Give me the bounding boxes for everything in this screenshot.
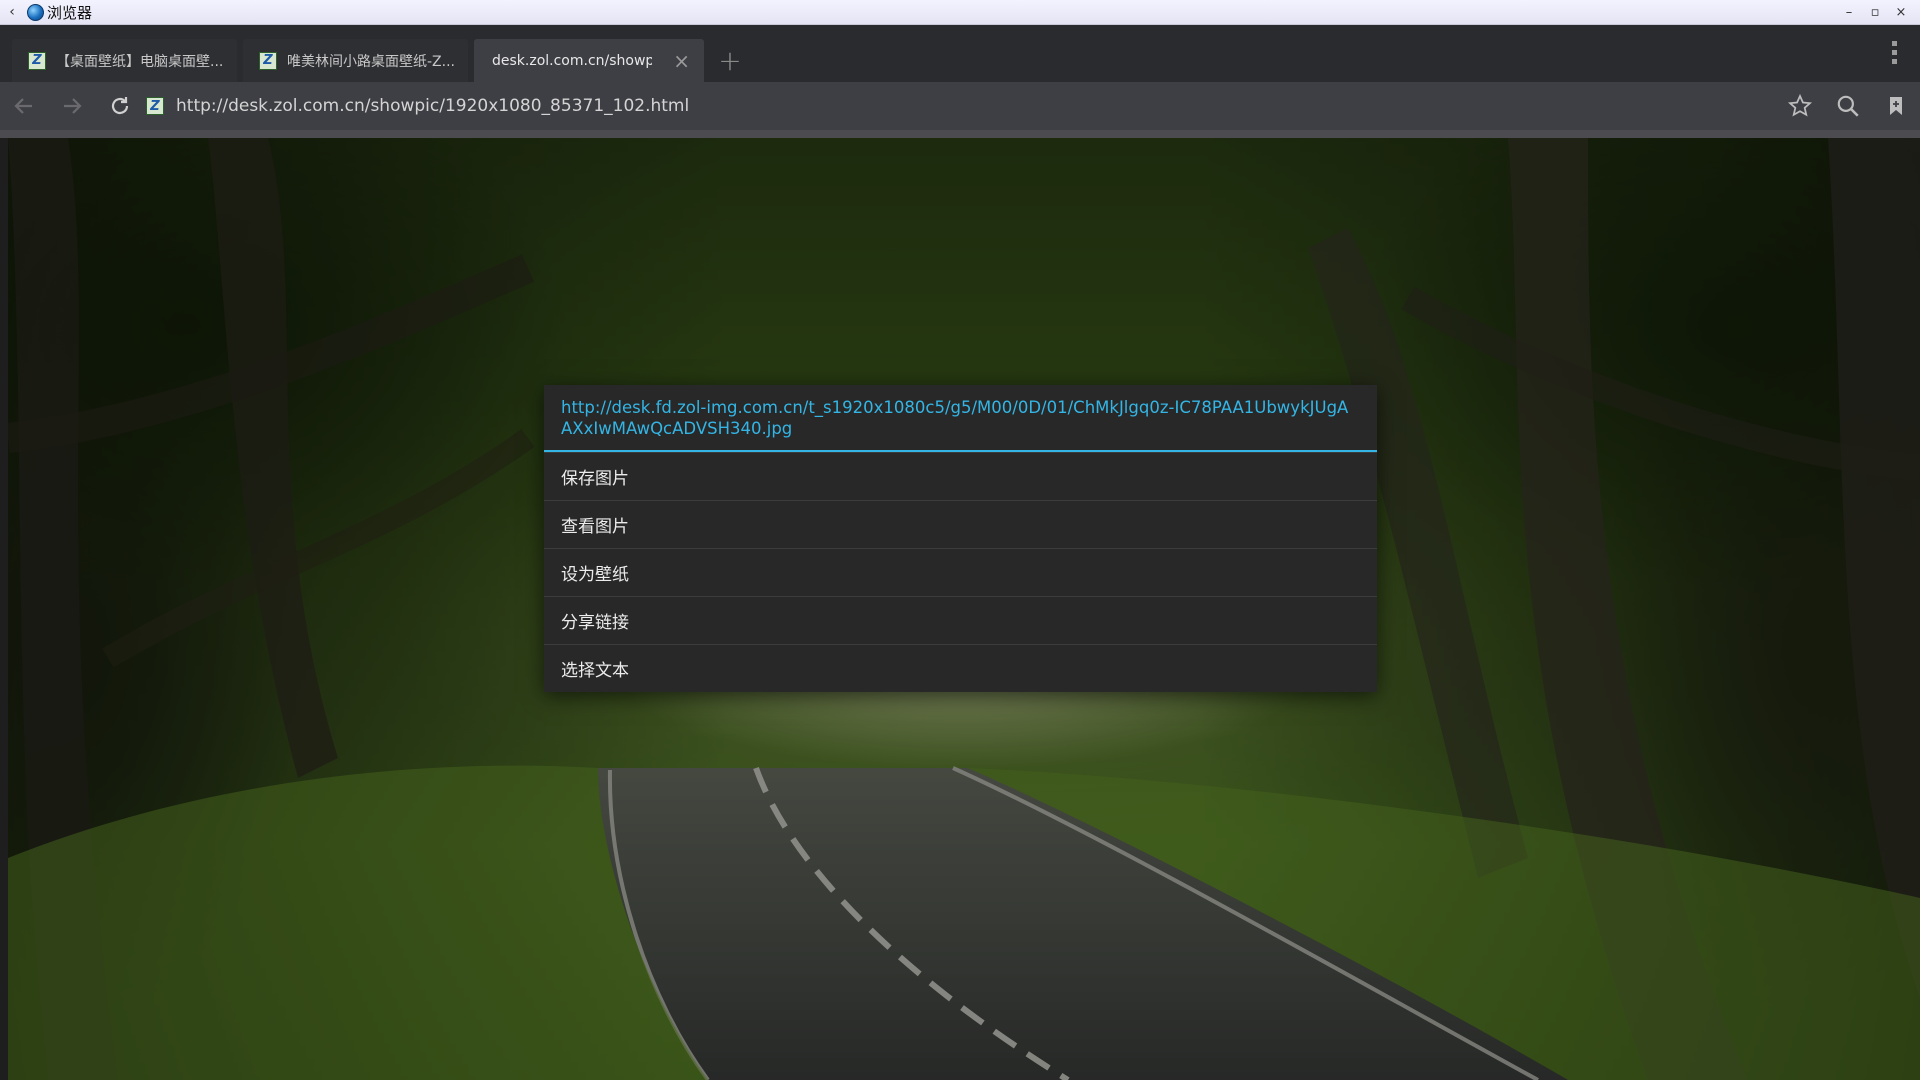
overflow-menu-icon[interactable] xyxy=(1892,41,1898,68)
window-title: 浏览器 xyxy=(47,3,93,22)
window-controls: – ▫ × xyxy=(1836,0,1914,25)
menu-item-save-image[interactable]: 保存图片 xyxy=(544,452,1377,500)
reload-icon xyxy=(111,97,129,115)
forward-button[interactable] xyxy=(48,82,96,130)
reload-button[interactable] xyxy=(96,82,144,130)
search-icon xyxy=(1837,95,1859,117)
address-toolbar: Z http://desk.zol.com.cn/showpic/1920x10… xyxy=(0,82,1920,130)
bookmarks-icon xyxy=(1890,97,1902,115)
browser-logo-icon xyxy=(27,3,44,21)
image-link-url: http://desk.fd.zol-img.com.cn/t_s1920x10… xyxy=(544,385,1377,452)
menu-item-select-text[interactable]: 选择文本 xyxy=(544,644,1377,692)
menu-item-view-image[interactable]: 查看图片 xyxy=(544,500,1377,548)
minimize-icon[interactable]: – xyxy=(1836,0,1862,25)
bookmarks-button[interactable] xyxy=(1872,82,1920,130)
search-button[interactable] xyxy=(1824,82,1872,130)
zol-favicon-icon: Z xyxy=(146,97,164,115)
menu-item-share-link[interactable]: 分享链接 xyxy=(544,596,1377,644)
tab-forest-path[interactable]: Z 唯美林间小路桌面壁纸-Z... xyxy=(243,39,468,82)
tab-title: 唯美林间小路桌面壁纸-Z... xyxy=(287,53,455,70)
close-window-icon[interactable]: × xyxy=(1888,0,1914,25)
arrow-left-icon xyxy=(14,98,32,114)
content-edge xyxy=(0,130,1920,138)
tab-wallpaper-home[interactable]: Z 【桌面壁纸】电脑桌面壁... xyxy=(12,39,237,82)
os-back-icon[interactable]: ‹ xyxy=(4,4,20,20)
back-button[interactable] xyxy=(0,82,48,130)
arrow-right-icon xyxy=(64,98,82,114)
menu-item-set-wallpaper[interactable]: 设为壁纸 xyxy=(544,548,1377,596)
tab-title: desk.zol.com.cn/showpi... xyxy=(492,52,652,69)
zol-favicon-icon: Z xyxy=(259,51,277,70)
tab-showpic-active[interactable]: desk.zol.com.cn/showpi... × xyxy=(474,39,704,82)
os-titlebar: ‹ 浏览器 – ▫ × xyxy=(0,0,1920,25)
tab-close-icon[interactable]: × xyxy=(673,49,690,73)
tab-title: 【桌面壁纸】电脑桌面壁... xyxy=(56,53,224,70)
tab-strip: Z 【桌面壁纸】电脑桌面壁... Z 唯美林间小路桌面壁纸-Z... desk.… xyxy=(0,25,1920,82)
bookmark-star-button[interactable] xyxy=(1776,82,1824,130)
maximize-icon[interactable]: ▫ xyxy=(1862,0,1888,25)
url-field[interactable]: Z http://desk.zol.com.cn/showpic/1920x10… xyxy=(146,89,1756,123)
star-icon xyxy=(1787,93,1813,117)
url-text: http://desk.zol.com.cn/showpic/1920x1080… xyxy=(176,96,690,116)
new-tab-button[interactable]: + xyxy=(706,39,754,82)
image-context-menu: http://desk.fd.zol-img.com.cn/t_s1920x10… xyxy=(544,385,1377,692)
zol-favicon-icon: Z xyxy=(28,51,46,70)
toolbar-actions xyxy=(1776,82,1920,130)
